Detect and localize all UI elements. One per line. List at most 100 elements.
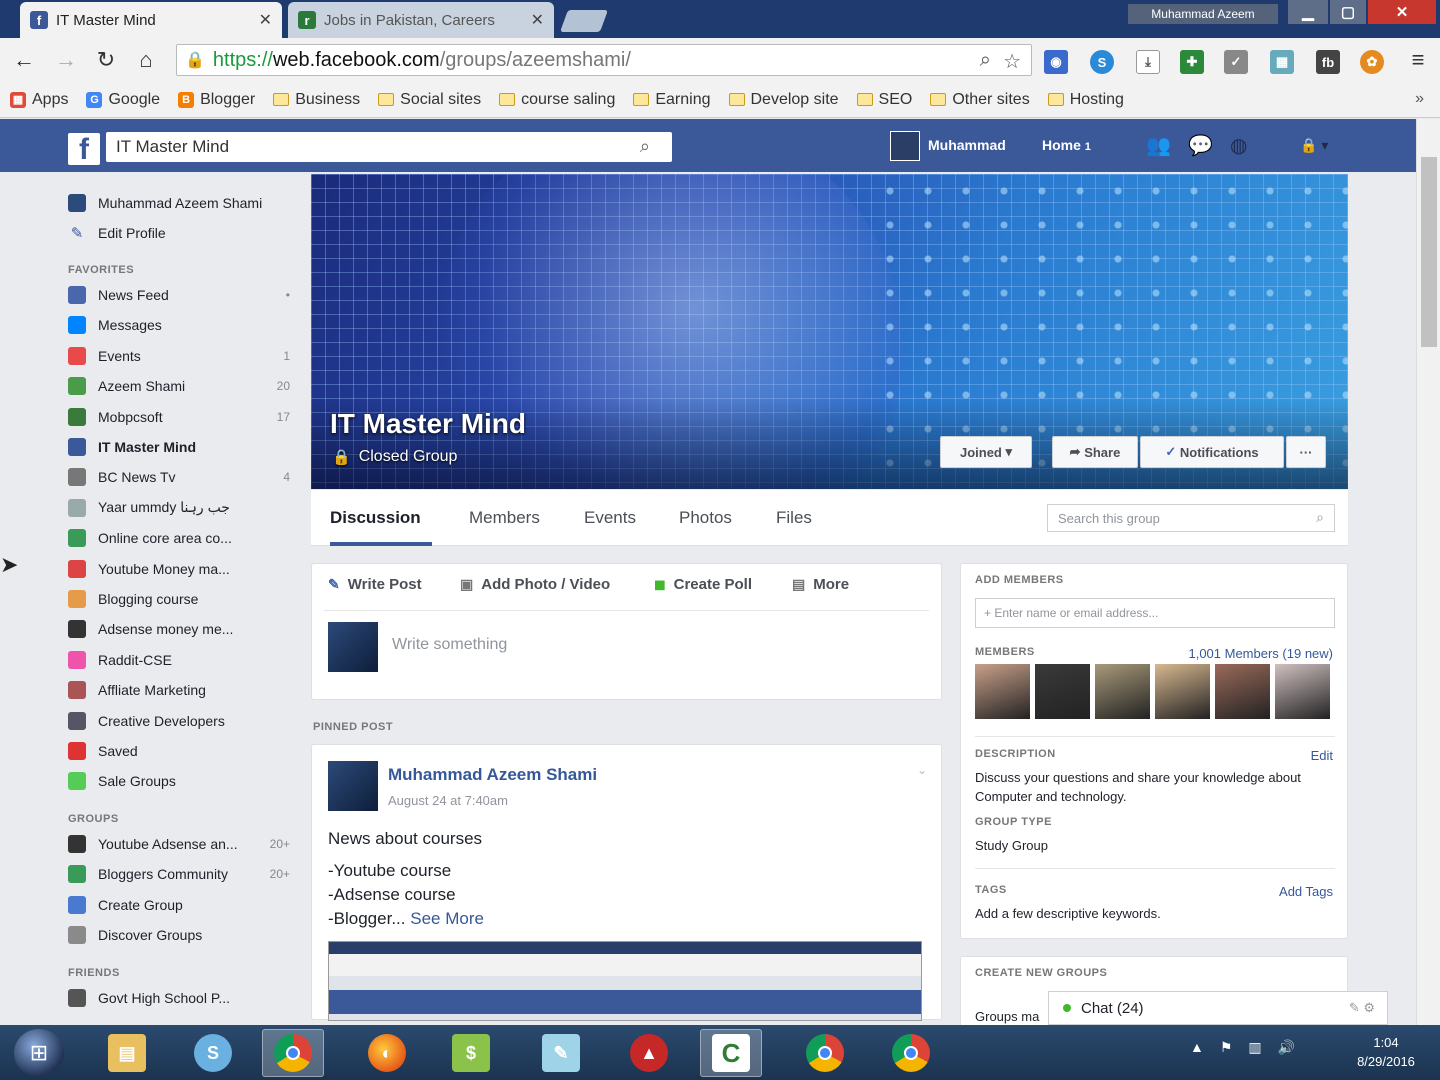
chevron-down-icon[interactable]: ⌄ [917,763,927,777]
more-tab[interactable]: ▤ More [792,576,849,593]
add-photo-video-tab[interactable]: ▣ Add Photo / Video [460,576,610,593]
window-user-badge[interactable]: Muhammad Azeem [1128,4,1278,24]
file-explorer-icon[interactable]: ▤ [96,1029,158,1077]
tab-events[interactable]: Events [584,508,636,528]
bookmark-folder[interactable]: Business [273,91,360,109]
minimize-icon[interactable]: ▁ [1288,0,1328,24]
vlc-icon[interactable]: ▲ [618,1029,680,1077]
sidebar-item[interactable]: Saved [68,740,290,762]
sidebar-item[interactable]: Affliate Marketing [68,679,290,701]
avatar[interactable] [890,131,920,161]
write-post-tab[interactable]: ✎ Write Post [328,576,422,593]
new-tab-button[interactable] [559,10,609,32]
post-attachment-image[interactable] [328,941,922,1021]
member-avatar[interactable] [975,664,1030,719]
sidebar-item[interactable]: Youtube Adsense an... 20+ [68,833,290,855]
tray-overflow-icon[interactable]: ▲ [1190,1039,1204,1056]
extension-icon[interactable]: ◉ [1044,50,1068,74]
profile-link[interactable]: Muhammad [928,137,1006,153]
notepad-icon[interactable]: ✎ [530,1029,592,1077]
sidebar-item[interactable]: News Feed • [68,284,290,306]
group-search-input[interactable]: Search this group ⌕ [1047,504,1335,532]
tab-discussion[interactable]: Discussion [330,508,421,528]
forward-icon[interactable]: → [52,46,80,74]
search-icon[interactable]: ⌕ [1316,509,1324,526]
bookmark-folder[interactable]: Hosting [1047,91,1124,109]
friend-requests-icon[interactable]: 👥 [1146,133,1171,158]
bookmark-apps[interactable]: ▦ Apps [10,91,68,109]
sidebar-item[interactable]: Create Group [68,894,290,916]
sidebar-item[interactable]: Events 1 [68,345,290,367]
camtasia-icon[interactable]: C [700,1029,762,1077]
sidebar-item[interactable]: Blogging course [68,588,290,610]
sidebar-item[interactable]: Azeem Shami 20 [68,375,290,397]
extension-icon[interactable]: S [1090,50,1114,74]
action-center-flag-icon[interactable]: ⚑ [1220,1039,1233,1056]
extension-icon[interactable]: fb [1316,50,1340,74]
sidebar-item[interactable]: Youtube Money ma... [68,558,290,580]
sidebar-item[interactable]: Bloggers Community 20+ [68,863,290,885]
joined-button[interactable]: Joined ▾ [940,436,1032,468]
bookmark-folder[interactable]: course saling [499,91,615,109]
sidebar-item[interactable]: Mobpcsoft 17 [68,406,290,428]
facebook-logo-icon[interactable]: f [68,133,100,165]
extension-icon[interactable]: ▦ [1270,50,1294,74]
sidebar-item[interactable]: Adsense money me... [68,618,290,640]
sidebar-item[interactable]: Messages [68,314,290,336]
bookmark-folder[interactable]: Other sites [930,91,1030,109]
sidebar-item[interactable]: Discover Groups [68,924,290,946]
close-window-icon[interactable]: ✕ [1368,0,1436,24]
back-icon[interactable]: ← [10,46,38,74]
sidebar-item[interactable]: Online core area co... [68,527,290,549]
reload-icon[interactable]: ↻ [92,46,120,74]
notifications-globe-icon[interactable]: ◍ [1230,133,1247,158]
sidebar-profile[interactable]: Muhammad Azeem Shami [68,192,290,214]
bookmark-folder[interactable]: Earning [633,91,711,109]
extension-icon[interactable]: ✓ [1224,50,1248,74]
see-more-link[interactable]: See More [410,909,484,928]
search-icon[interactable]: ⌕ [980,49,991,72]
member-avatar[interactable] [1215,664,1270,719]
bookmark-folder[interactable]: Social sites [378,91,481,109]
messages-icon[interactable]: 💬 [1188,133,1213,158]
system-clock[interactable]: 1:04 8/29/2016 [1338,1033,1434,1071]
extension-icon[interactable]: ✿ [1360,50,1384,74]
scrollbar-thumb[interactable] [1421,157,1437,347]
page-scrollbar[interactable] [1416,119,1440,1025]
download-icon[interactable]: ⤓ [1136,50,1160,74]
browser-tab-active[interactable]: f IT Master Mind ✕ [20,2,282,38]
notifications-button[interactable]: ✓ Notifications [1140,436,1284,468]
sidebar-item[interactable]: BC News Tv 4 [68,466,290,488]
member-avatar[interactable] [1155,664,1210,719]
firefox-icon[interactable]: ◐ [356,1029,418,1077]
maximize-icon[interactable]: ▢ [1330,0,1366,24]
member-avatar[interactable] [1095,664,1150,719]
account-menu-icon[interactable]: 🔒 ▾ [1300,137,1328,154]
sidebar-item[interactable]: Yaar ummdy جب رہنا [68,497,290,519]
add-tags-link[interactable]: Add Tags [1279,884,1333,899]
post-author[interactable]: Muhammad Azeem Shami [388,765,597,785]
bookmarks-overflow-icon[interactable]: » [1415,90,1424,108]
sidebar-item[interactable]: Govt High School P... [68,987,290,1009]
sidebar-edit-profile[interactable]: ✎ Edit Profile [68,222,290,244]
bookmark-google[interactable]: G Google [86,91,160,109]
post-date[interactable]: August 24 at 7:40am [388,793,508,808]
chat-settings-icon[interactable]: ✎ ⚙ [1349,1000,1375,1016]
avatar[interactable] [328,761,378,811]
composer-input[interactable]: Write something [392,636,507,654]
tab-photos[interactable]: Photos [679,508,732,528]
edit-description-link[interactable]: Edit [1311,748,1333,763]
menu-icon[interactable]: ≡ [1404,46,1432,74]
browser-tab[interactable]: r Jobs in Pakistan, Careers ✕ [288,2,554,38]
more-options-button[interactable]: ··· [1286,436,1326,468]
bookmark-blogger[interactable]: B Blogger [178,91,255,109]
bookmark-star-icon[interactable]: ☆ [1003,49,1021,74]
close-tab-icon[interactable]: ✕ [259,10,272,30]
chrome-icon[interactable] [794,1029,856,1077]
search-icon[interactable]: ⌕ [640,136,650,157]
members-count-link[interactable]: 1,001 Members (19 new) [1188,646,1333,661]
bookmark-folder[interactable]: Develop site [728,91,839,109]
member-avatar[interactable] [1035,664,1090,719]
facebook-search-input[interactable]: IT Master Mind ⌕ [106,132,672,162]
start-button[interactable]: ⊞ [14,1029,64,1077]
